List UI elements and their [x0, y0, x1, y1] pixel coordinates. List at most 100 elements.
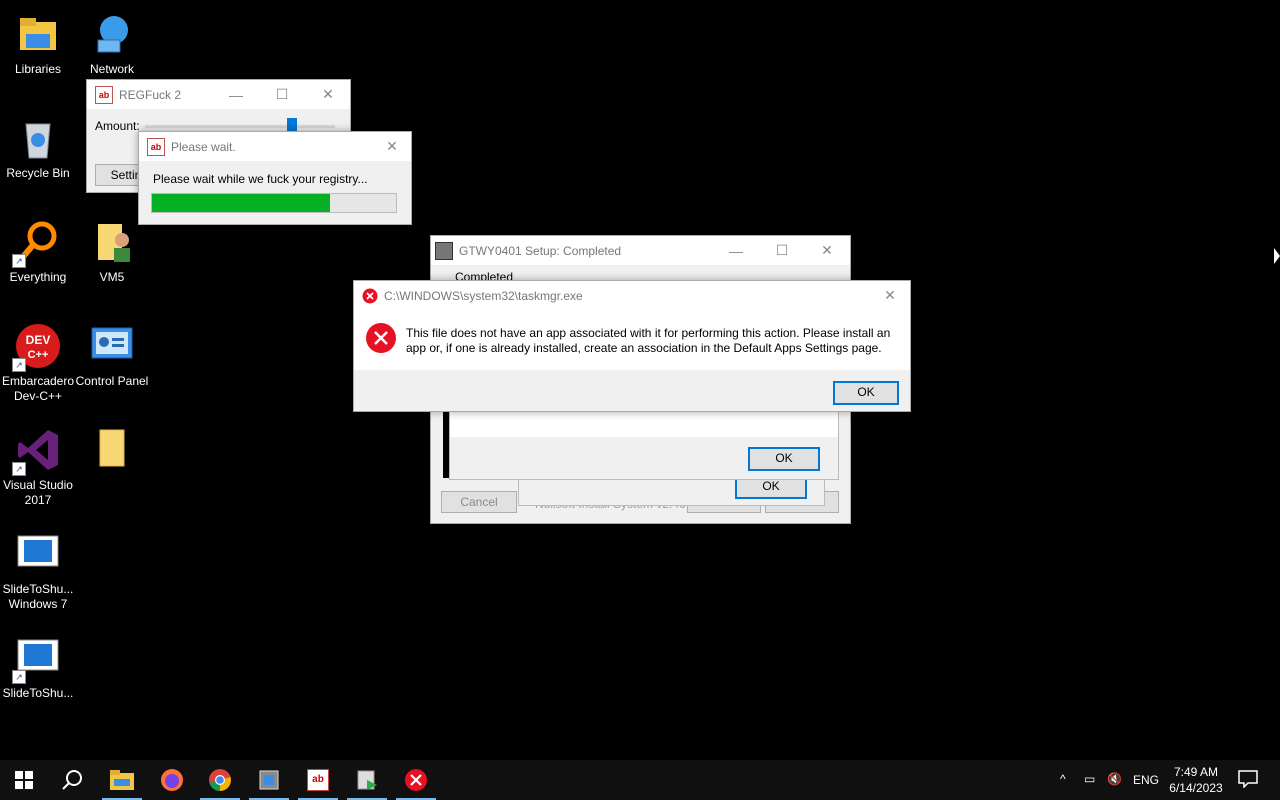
show-hidden-icons-button[interactable]: ^ [1060, 772, 1066, 786]
minimize-button[interactable]: — [213, 80, 259, 109]
recycle-bin-icon [14, 114, 62, 162]
setup-app-icon [259, 770, 279, 790]
folder-icon [88, 426, 136, 474]
desktop-icon-folder[interactable] [74, 426, 150, 478]
start-button[interactable] [0, 760, 48, 800]
ok-button[interactable]: OK [833, 381, 899, 405]
desktop-icon-label: SlideToShu... [2, 686, 74, 700]
minimize-button[interactable]: — [713, 236, 759, 265]
close-button[interactable]: ✕ [305, 80, 351, 109]
taskbar-firefox[interactable] [148, 760, 196, 800]
mouse-cursor [1274, 248, 1280, 264]
desktop-icon-label: SlideToShu... Windows 7 [2, 582, 74, 611]
taskbar-regfuck-app[interactable]: ab [294, 760, 342, 800]
installer-icon [435, 241, 453, 260]
maximize-button[interactable]: ☐ [259, 80, 305, 109]
network-tray-icon[interactable]: ▭ [1084, 772, 1095, 786]
dev-cpp-icon: DEV C++ ↗ [12, 322, 62, 372]
clock-date: 6/14/2023 [1169, 781, 1223, 795]
regfuck-titlebar[interactable]: ab REGFuck 2 — ☐ ✕ [87, 80, 350, 109]
desktop-icon-label: Control Panel [75, 374, 149, 388]
error-dialog: C:\WINDOWS\system32\taskmgr.exe ✕ This f… [353, 280, 911, 412]
installer-app-icon [357, 770, 377, 790]
taskbar-installer-app[interactable] [343, 760, 391, 800]
taskbar-file-explorer[interactable] [98, 760, 146, 800]
desktop-icon-everything[interactable]: ↗ Everything [0, 218, 76, 285]
desktop-icon-visual-studio[interactable]: ↗ Visual Studio 2017 [0, 426, 76, 508]
shortcut-arrow-icon: ↗ [12, 254, 26, 268]
everything-search-icon: ↗ [12, 218, 62, 268]
search-button[interactable] [48, 760, 96, 800]
shortcut-arrow-icon: ↗ [12, 670, 26, 684]
regfuck-app-icon: ab [307, 769, 329, 791]
shortcut-arrow-icon: ↗ [12, 358, 26, 372]
regfuck-app-icon: ab [95, 85, 113, 104]
close-button[interactable]: ✕ [872, 281, 908, 310]
window-title: REGFuck 2 [119, 87, 182, 102]
network-icon [88, 10, 136, 58]
please-wait-message: Please wait while we fuck your registry.… [153, 172, 368, 186]
libraries-icon [14, 10, 62, 58]
please-wait-dialog: ab Please wait. ✕ Please wait while we f… [138, 131, 412, 225]
progress-bar [151, 193, 397, 213]
window-title: GTWY0401 Setup: Completed [459, 243, 622, 258]
notifications-icon[interactable] [1238, 770, 1258, 791]
desktop-icon-libraries[interactable]: Libraries [0, 10, 76, 77]
firefox-icon [161, 769, 183, 791]
inner-ok-button[interactable]: OK [748, 447, 820, 471]
taskbar-chrome[interactable] [196, 760, 244, 800]
regfuck-app-icon: ab [147, 137, 165, 156]
slide-to-shutdown-icon: ↗ [12, 634, 62, 684]
error-titlebar[interactable]: C:\WINDOWS\system32\taskmgr.exe ✕ [354, 281, 910, 310]
language-indicator[interactable]: ENG [1133, 773, 1159, 787]
desktop-icon-control-panel[interactable]: Control Panel [74, 322, 150, 389]
desktop-icon-recycle-bin[interactable]: Recycle Bin [0, 114, 76, 181]
desktop-icon-label: Network [89, 62, 134, 76]
desktop-icon-slidetoshutdown-7[interactable]: SlideToShu... Windows 7 [0, 530, 76, 612]
svg-text:C++: C++ [28, 349, 49, 361]
window-title: Please wait. [171, 139, 236, 154]
window-title: C:\WINDOWS\system32\taskmgr.exe [384, 288, 583, 303]
taskbar: ab ^ ▭ 🔇 ENG 7:49 AM 6/14/2023 [0, 760, 1280, 800]
inner-message-box: OK [449, 408, 839, 480]
please-wait-titlebar[interactable]: ab Please wait. ✕ [139, 132, 411, 161]
svg-text:DEV: DEV [26, 333, 51, 347]
inner-message-area [450, 409, 838, 437]
taskbar-setup-app[interactable] [245, 760, 293, 800]
control-panel-icon [88, 322, 136, 370]
progress-fill [152, 194, 331, 212]
clock-time: 7:49 AM [1173, 765, 1219, 779]
error-small-icon [362, 288, 378, 304]
file-explorer-icon [110, 770, 134, 790]
desktop-icon-label: Visual Studio 2017 [3, 478, 73, 507]
volume-muted-icon[interactable]: 🔇 [1107, 772, 1122, 786]
amount-label: Amount: [95, 119, 140, 133]
error-message: This file does not have an app associate… [406, 326, 891, 355]
close-button[interactable]: ✕ [374, 132, 410, 161]
cancel-button[interactable]: Cancel [441, 491, 517, 513]
taskbar-error-app[interactable] [392, 760, 440, 800]
chrome-icon [209, 769, 231, 791]
setup-titlebar[interactable]: GTWY0401 Setup: Completed — ☐ ✕ [431, 236, 850, 265]
error-icon [365, 322, 397, 354]
user-folder-icon [88, 218, 136, 266]
amount-slider-track[interactable] [145, 125, 335, 128]
desktop-icon-label: Embarcadero Dev-C++ [1, 374, 75, 403]
desktop-icon-label: Recycle Bin [6, 166, 70, 180]
visual-studio-icon: ↗ [12, 426, 62, 476]
close-button[interactable]: ✕ [804, 236, 850, 265]
desktop-icon-slidetoshutdown[interactable]: ↗ SlideToShu... [0, 634, 76, 701]
start-icon [15, 771, 33, 789]
desktop-icon-label: VM5 [99, 270, 125, 284]
slide-to-shutdown-icon [14, 530, 62, 578]
desktop-icon-network[interactable]: Network [74, 10, 150, 77]
desktop-icon-devcpp[interactable]: DEV C++ ↗ Embarcadero Dev-C++ [0, 322, 76, 404]
desktop-icon-label: Libraries [14, 62, 62, 76]
clock[interactable]: 7:49 AM 6/14/2023 [1168, 764, 1224, 796]
maximize-button[interactable]: ☐ [759, 236, 805, 265]
search-icon [62, 770, 82, 790]
error-app-icon [405, 769, 427, 791]
error-body: This file does not have an app associate… [354, 310, 910, 370]
desktop-icon-vm5[interactable]: VM5 [74, 218, 150, 285]
shortcut-arrow-icon: ↗ [12, 462, 26, 476]
